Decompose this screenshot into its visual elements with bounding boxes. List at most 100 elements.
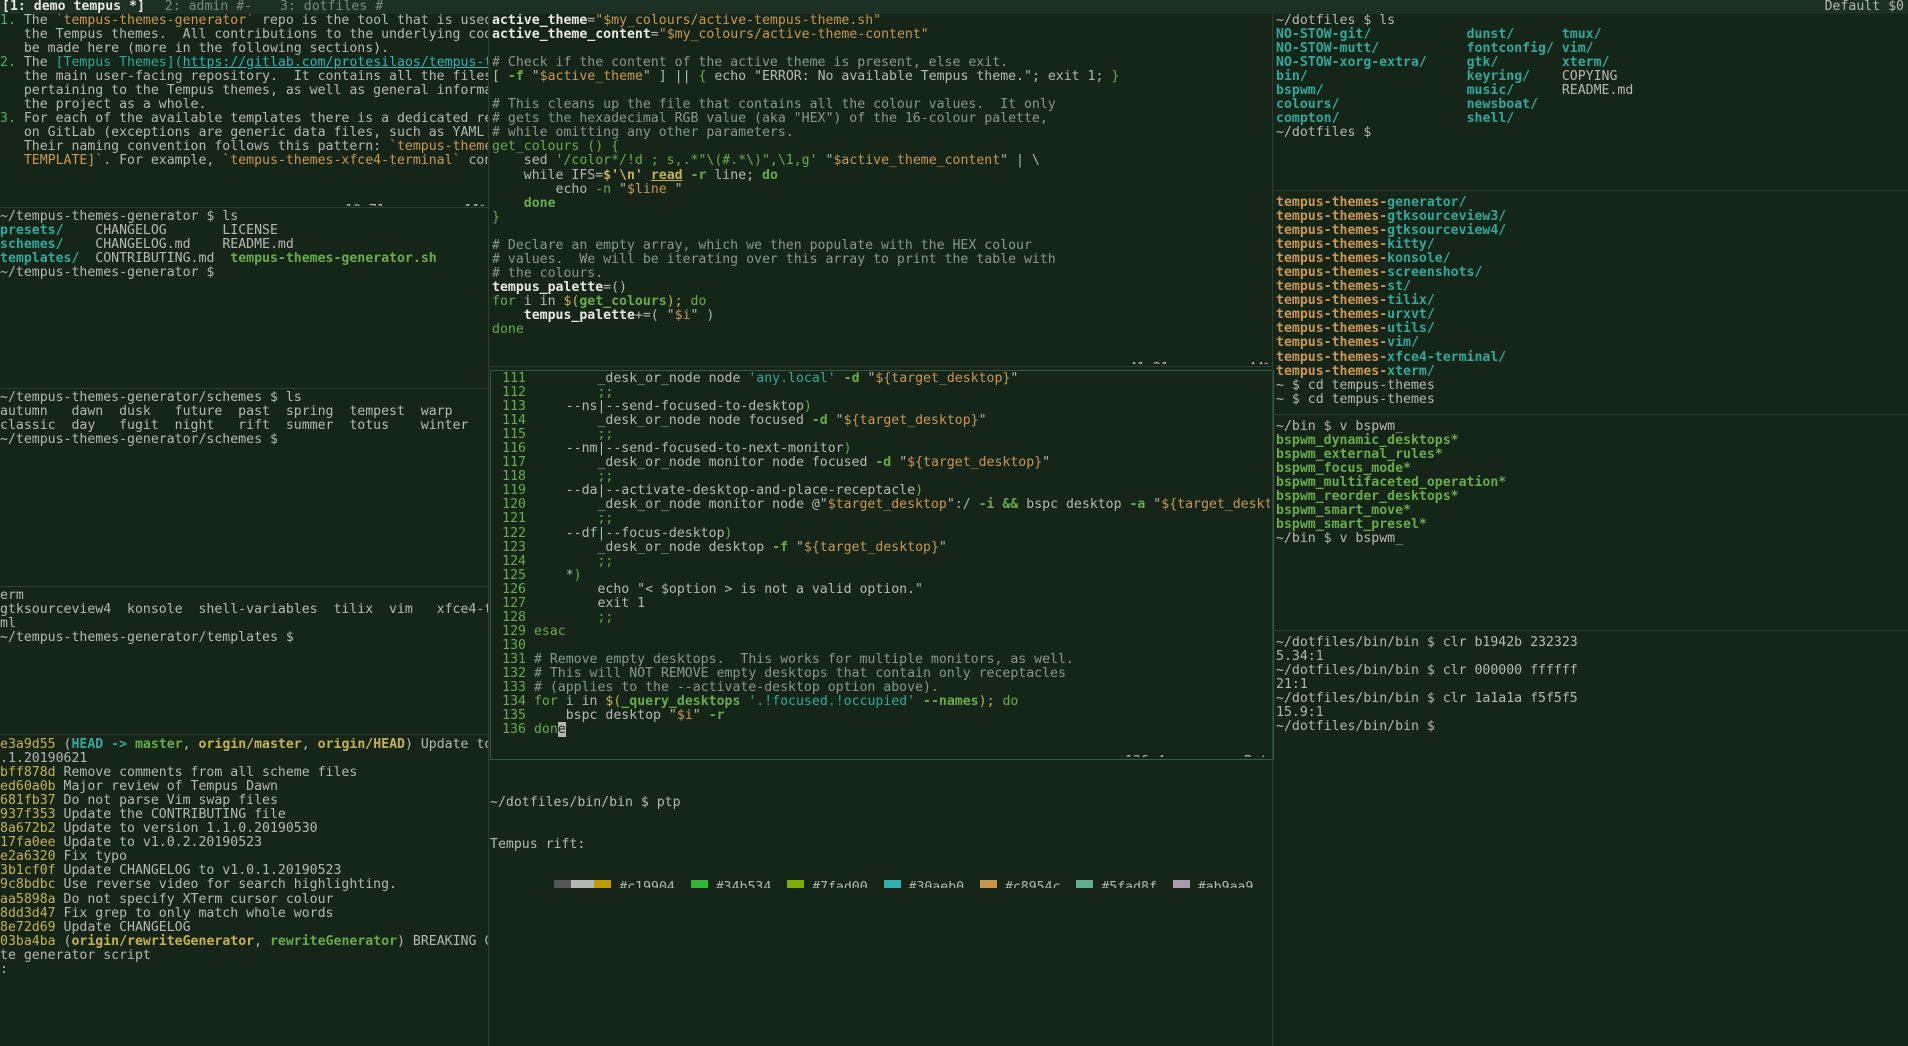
ls-line: ~ $ cd tempus-themes [1276,378,1908,393]
pane-script-status: 41,21 44% [492,348,1272,364]
text-span: For each of the available templates ther… [23,111,488,127]
ls-line: tempus-themes-konsole/ [1276,252,1908,266]
vim-line-number: 136 [502,722,526,738]
text-span: "< $option > is not a valid option." [637,581,923,597]
ls-line: gtksourceview4 konsole shell-variables t… [0,603,488,617]
vim-line-number: 132 [502,665,526,681]
pane-ls-dotfiles[interactable]: ~/dotfiles $ ls NO-STOW-git/ dunst/ tmux/… [1276,14,1908,149]
vim-line-number: 127 [502,595,526,611]
tmux-window-tab[interactable]: 2: admin #- [155,0,270,14]
pane-git-log[interactable]: e3a9d55 (HEAD -> master, origin/master, … [0,738,488,1038]
text-span: # Remove empty desktops. This works for … [533,651,1074,667]
text-span: _query_desktops [621,694,741,710]
text-span: TEMPLATE]` [0,153,104,169]
text-span: $active_theme [539,69,643,85]
text-span: Fix typo [55,849,128,865]
text-span: $my_colours [603,14,691,28]
git-log-line: e3a9d55 (HEAD -> master, origin/master, … [0,738,488,752]
vim-line: 123 _desk_or_node desktop -f "${target_d… [492,539,1270,555]
text-span: contains [468,153,488,169]
git-log-line: e2a6320 Fix typo [0,850,488,864]
text-span: -n [595,181,612,197]
tmux-window-tab[interactable]: [1: demo tempus *] [0,0,155,14]
pane-bspwm-bin-completion[interactable]: ~/bin $ v bspwm_ bspwm_dynamic_desktops* b… [1276,420,1908,555]
text-span: ~/dotfiles/bin/bin $ [1276,719,1435,735]
text-span: " [891,455,908,471]
git-log-line: .1.20190621 [0,752,488,766]
script-line: # Check if the content of the active the… [492,56,1272,70]
ptp-prompt: ~/dotfiles/bin/bin $ ptp [490,795,681,811]
tmux-window-tab[interactable]: 3: dotfiles # [270,0,401,14]
pane-ls-templates[interactable]: erm gtksourceview4 konsole shell-variable… [0,589,488,655]
vim-line-number: 129 [502,623,526,639]
text-span: 8a672b2 [0,821,56,837]
pane-contrast-ratio[interactable]: ~/dotfiles/bin/bin $ clr b1942b 232323 5.… [1276,636,1908,746]
vim-line-number: 133 [502,680,526,696]
pane-readme-text[interactable]: 1. The `tempus-themes-generator` repo is… [0,14,488,194]
text-span: kitty/ [1387,237,1435,253]
text-span: active_theme_content [492,27,651,43]
vim-line-number: 125 [502,567,526,583]
pane-ls-generator[interactable]: ~/tempus-themes-generator $ ls presets/ C… [0,210,488,286]
text-span: tempus-themes- [1276,251,1388,267]
git-log-line: te generator script [0,948,488,963]
text-span: ~/bin $ v bspwm_ [1276,531,1404,547]
text-span: * [533,567,574,583]
git-log-line: 9c8bdbc Use reverse video for search hig… [0,878,488,892]
text-span: bspc desktop [1018,497,1130,513]
vim-scroll-pct: Bot [1244,754,1268,757]
script-line: # gets the hexadecimal RGB value (aka "H… [492,112,1272,126]
vim-line: 124 ;; [492,554,1270,569]
pane-colour-palette[interactable]: ~/dotfiles/bin/bin $ ptp Tempus rift: #c… [490,768,1272,888]
text-span: ) Update to version 1.1 [404,738,488,752]
ls-line: ~ $ cd tempus-themes [1276,391,1908,407]
readme-line: 3. For each of the available templates t… [0,112,488,126]
text-span: [Tempus Themes]( [55,55,183,71]
text-span: read [650,167,683,183]
pane-ls-tempus-themes[interactable]: tempus-themes-generator/tempus-themes-gt… [1276,196,1908,411]
text-span: The [15,55,56,71]
vim-line: 131 # Remove empty desktops. This works … [492,651,1270,667]
vim-line: 125 *) [492,567,1270,583]
ls-line: tempus-themes-kitty/ [1276,238,1908,252]
pane-ls-schemes[interactable]: ~/tempus-themes-generator/schemes $ ls au… [0,391,488,457]
vim-line-number: 131 [502,651,526,667]
text-span: -d [875,455,892,471]
text-span: `tempus-themes-xfce4-terminal` [222,153,461,169]
vim-line: 118 ;; [492,470,1270,484]
text-span: gtksourceview4/ [1387,223,1507,239]
ls-line: tempus-themes-vim/ [1276,336,1908,350]
text-span: " ) [690,307,715,323]
text-span: $( [605,694,622,710]
completion-line: bspwm_smart_presel* [1276,518,1908,532]
text-span: Update CHANGELOG to v1.0.1.20190523 [55,863,342,879]
text-span: don [533,722,558,738]
text-span: bspwm_smart_move* [1276,503,1411,519]
text-span: master [135,738,183,752]
text-span: NO-STOW-xorg-extra/ [1276,55,1467,71]
text-span: } [1111,69,1120,85]
text-span: shell/ [1466,111,1515,127]
text-span: ~ $ cd tempus-themes [1276,391,1435,407]
text-span: tempus_palette [492,279,604,295]
pane-shell-script[interactable]: active_theme="$my_colours/active-tempus-… [492,14,1272,350]
text-span: '/color*/!d ; s,.*"\(#.*\)",\1,g' [555,153,818,169]
colour-hex-label: #7fad00 [804,880,884,888]
ls-line: ~/tempus-themes-generator $ [0,266,488,280]
ls-line: tempus-themes-generator/ [1276,196,1908,210]
text-span: _desk_or_node desktop [533,539,773,555]
text-span: ); [978,694,1003,710]
text-span: while IFS= [492,167,604,183]
text-span: ( [55,738,72,752]
tmux-window-list[interactable]: [1: demo tempus *] 2: admin #- 3: dotfil… [0,0,401,14]
text-span: bspwm_external_rules* [1276,447,1443,463]
text-span: tempus-themes- [1276,335,1388,351]
text-span: , [182,738,199,752]
text-span: CONTRIBUTING.md [79,251,231,267]
script-line: while IFS=$'\n' read -r line; do [492,167,1272,183]
text-span: repo is the tool that is used to build [262,14,488,28]
vim-line-number: 128 [502,609,526,625]
text-span: ~/bin $ v bspwm_ [1276,420,1404,434]
pane-vim-bspwm[interactable]: 111 _desk_or_node node 'any.local' -d "$… [492,372,1270,740]
text-span: ;; [533,427,614,443]
